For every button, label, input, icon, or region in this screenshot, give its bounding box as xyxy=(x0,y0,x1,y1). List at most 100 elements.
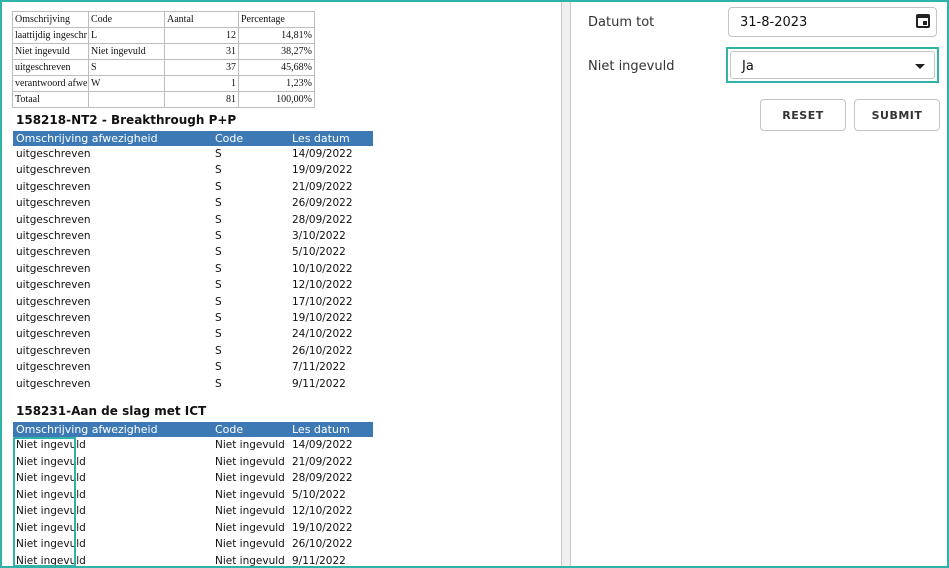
table-row: uitgeschreven S 24/10/2022 xyxy=(13,327,373,343)
report-preview: Omschrijving Code Aantal Percentage laat… xyxy=(2,2,561,566)
absence-code: Niet ingevuld xyxy=(215,472,285,484)
summary-cell: W xyxy=(88,75,165,92)
niet-ingevuld-label: Niet ingevuld xyxy=(588,59,675,74)
summary-cell: 100,00% xyxy=(238,91,315,108)
lesson-date: 5/10/2022 xyxy=(292,488,346,501)
lesson-date: 14/09/2022 xyxy=(292,439,353,451)
absence-code: S xyxy=(215,180,222,193)
column-header: Les datum xyxy=(292,423,350,436)
absence-description: uitgeschreven xyxy=(16,361,91,374)
absence-code: Niet ingevuld xyxy=(215,505,285,517)
section-header-row: Omschrijving afwezigheid Code Les datum xyxy=(13,422,373,437)
absence-code: S xyxy=(215,295,222,308)
calendar-icon[interactable] xyxy=(916,14,930,28)
lesson-date: 28/09/2022 xyxy=(292,213,353,226)
table-row: uitgeschreven S 7/11/2022 xyxy=(13,360,373,376)
absence-description: uitgeschreven xyxy=(16,295,91,308)
lesson-date: 3/10/2022 xyxy=(292,230,346,242)
absence-code: S xyxy=(215,312,222,324)
column-header: Omschrijving afwezigheid xyxy=(16,423,158,436)
lesson-date: 19/10/2022 xyxy=(292,312,353,324)
absence-code: S xyxy=(215,148,222,160)
summary-cell: 31 xyxy=(164,43,239,60)
table-row: uitgeschreven S 26/10/2022 xyxy=(13,344,373,360)
niet-ingevuld-select[interactable]: Ja xyxy=(726,47,939,83)
summary-header-cell: Code xyxy=(88,11,165,28)
absence-description: uitgeschreven xyxy=(16,230,91,242)
summary-cell: 1,23% xyxy=(238,75,315,92)
summary-cell: verantwoord afwe xyxy=(12,75,89,92)
lesson-date: 14/09/2022 xyxy=(292,148,353,160)
absence-code: Niet ingevuld xyxy=(215,439,285,451)
summary-cell: 45,68% xyxy=(238,59,315,76)
absence-code: S xyxy=(215,246,222,259)
lesson-date: 9/11/2022 xyxy=(292,377,346,390)
selection-highlight xyxy=(13,437,76,566)
absence-description: uitgeschreven xyxy=(16,312,91,324)
lesson-date: 26/10/2022 xyxy=(292,344,353,357)
lesson-date: 19/10/2022 xyxy=(292,521,353,534)
absence-description: uitgeschreven xyxy=(16,377,91,390)
datum-tot-field[interactable]: 31-8-2023 xyxy=(728,7,937,37)
summary-header-cell: Omschrijving xyxy=(12,11,89,28)
summary-cell: 81 xyxy=(164,91,239,108)
lesson-date: 24/10/2022 xyxy=(292,328,353,341)
app-frame: Omschrijving Code Aantal Percentage laat… xyxy=(0,0,949,568)
absence-description: uitgeschreven xyxy=(16,279,91,292)
section-title: 158231-Aan de slag met ICT xyxy=(16,404,207,418)
absence-code: Niet ingevuld xyxy=(215,488,285,501)
absence-code: S xyxy=(215,361,222,374)
column-header: Omschrijving afwezigheid xyxy=(16,132,158,145)
absence-description: uitgeschreven xyxy=(16,344,91,357)
absence-code: S xyxy=(215,230,222,242)
summary-header-cell: Percentage xyxy=(238,11,315,28)
select-box[interactable]: Ja xyxy=(730,51,935,79)
column-header: Les datum xyxy=(292,132,350,145)
table-row: uitgeschreven S 3/10/2022 xyxy=(13,229,373,245)
summary-header-cell: Aantal xyxy=(164,11,239,28)
niet-ingevuld-value: Ja xyxy=(742,59,754,74)
summary-cell: 1 xyxy=(164,75,239,92)
absence-code: S xyxy=(215,279,222,292)
summary-row: laattijdig ingeschr L 12 14,81% xyxy=(12,27,315,44)
table-row: uitgeschreven S 12/10/2022 xyxy=(13,278,373,294)
lesson-date: 5/10/2022 xyxy=(292,246,346,259)
lesson-date: 12/10/2022 xyxy=(292,505,353,517)
absence-description: uitgeschreven xyxy=(16,262,91,275)
table-row: uitgeschreven S 19/10/2022 xyxy=(13,311,373,327)
lesson-date: 21/09/2022 xyxy=(292,180,353,193)
summary-cell: Totaal xyxy=(12,91,89,108)
reset-button[interactable]: RESET xyxy=(760,99,846,131)
caret-down-icon[interactable] xyxy=(915,64,925,69)
datum-tot-value: 31-8-2023 xyxy=(740,15,808,30)
lesson-date: 12/10/2022 xyxy=(292,279,353,292)
table-row: uitgeschreven S 10/10/2022 xyxy=(13,262,373,278)
section-header-row: Omschrijving afwezigheid Code Les datum xyxy=(13,131,373,146)
pane-splitter[interactable] xyxy=(561,2,571,566)
summary-cell: L xyxy=(88,27,165,44)
summary-table: Omschrijving Code Aantal Percentage laat… xyxy=(12,11,315,108)
summary-cell: Niet ingevuld xyxy=(88,43,165,60)
table-row: uitgeschreven S 5/10/2022 xyxy=(13,245,373,261)
absence-code: S xyxy=(215,164,222,177)
summary-total-row: Totaal 81 100,00% xyxy=(12,91,315,108)
summary-cell xyxy=(88,91,165,108)
absence-code: Niet ingevuld xyxy=(215,554,285,567)
table-row: uitgeschreven S 9/11/2022 xyxy=(13,377,373,393)
column-header: Code xyxy=(215,132,244,145)
submit-button[interactable]: SUBMIT xyxy=(854,99,940,131)
datum-tot-label: Datum tot xyxy=(588,15,655,30)
summary-cell: uitgeschreven xyxy=(12,59,89,76)
summary-row: uitgeschreven S 37 45,68% xyxy=(12,59,315,76)
absence-description: uitgeschreven xyxy=(16,197,91,210)
lesson-date: 9/11/2022 xyxy=(292,554,346,567)
table-row: uitgeschreven S 26/09/2022 xyxy=(13,196,373,212)
summary-row: Niet ingevuld Niet ingevuld 31 38,27% xyxy=(12,43,315,60)
lesson-date: 26/10/2022 xyxy=(292,538,353,550)
absence-description: uitgeschreven xyxy=(16,164,91,177)
summary-cell: Niet ingevuld xyxy=(12,43,89,60)
table-row: uitgeschreven S 14/09/2022 xyxy=(13,147,373,163)
summary-row: verantwoord afwe W 1 1,23% xyxy=(12,75,315,92)
summary-header-row: Omschrijving Code Aantal Percentage xyxy=(12,11,315,28)
table-row: uitgeschreven S 19/09/2022 xyxy=(13,163,373,179)
